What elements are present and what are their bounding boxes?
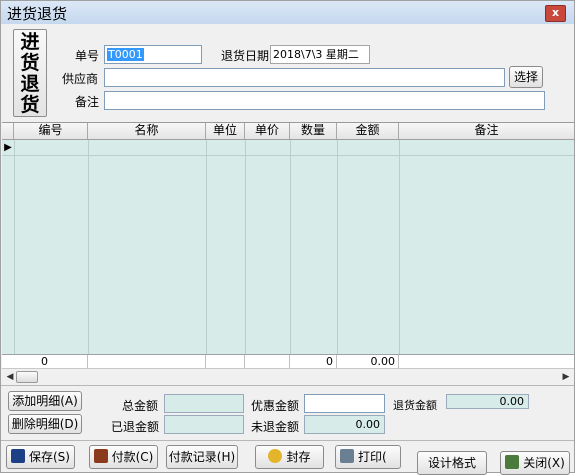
select-supplier-button[interactable]: 选择 (509, 66, 543, 88)
wallet-icon (93, 449, 108, 463)
purchase-return-big-button[interactable]: 进 货 退 货 (13, 29, 47, 117)
col-header-id[interactable]: 编号 (14, 123, 88, 139)
order-no-value: T0001 (107, 48, 144, 61)
return-date-picker[interactable]: 2018\7\3 星期二 (270, 45, 370, 64)
remark-input[interactable] (104, 91, 545, 110)
discount-amount-label: 优惠金额 (251, 399, 300, 413)
scroll-right-arrow-icon[interactable]: ▶ (558, 369, 574, 385)
total-amount-label: 总金额 (122, 399, 159, 413)
col-divider (88, 140, 89, 355)
return-amount-field: 0.00 (446, 394, 529, 409)
refunded-amount-field (164, 415, 244, 434)
divider (1, 440, 574, 441)
summary-quantity-total: 0 (290, 355, 337, 368)
order-no-input[interactable]: T0001 (104, 45, 202, 64)
big-button-char-1: 进 (20, 31, 40, 53)
big-button-char-4: 货 (20, 94, 40, 116)
grid-header: 编号 名称 单位 单价 数量 金额 备注 (2, 123, 574, 140)
close-button[interactable]: 关闭(X) (500, 451, 570, 475)
seal-button[interactable]: 封存 (255, 445, 324, 469)
horizontal-scrollbar[interactable]: ◀ ▶ (2, 368, 574, 385)
col-header-quantity[interactable]: 数量 (290, 123, 337, 139)
supplier-label: 供应商 (62, 72, 99, 86)
save-button[interactable]: 保存(S) (6, 445, 75, 469)
divider (1, 385, 574, 386)
return-date-label: 退货日期 (221, 49, 270, 63)
col-divider (206, 140, 207, 355)
total-amount-field (164, 394, 244, 413)
discount-amount-input[interactable] (304, 394, 385, 413)
purchase-return-window: 进货退货 x 进 货 退 货 单号 T0001 退货日期 2018\7\3 星期… (0, 0, 575, 475)
return-amount-label: 退货金额 (393, 399, 437, 412)
remark-label: 备注 (75, 95, 100, 109)
supplier-input[interactable] (104, 68, 505, 87)
big-button-char-2: 货 (20, 52, 40, 74)
save-button-label: 保存(S) (29, 450, 70, 464)
payment-record-button[interactable]: 付款记录(H) (166, 445, 238, 469)
col-divider (14, 140, 15, 355)
design-format-button[interactable]: 设计格式 (417, 451, 487, 475)
floppy-disk-icon (11, 449, 25, 463)
col-divider (245, 140, 246, 355)
row-indicator-icon: ▶ (4, 142, 12, 153)
col-divider (337, 140, 338, 355)
col-header-unit[interactable]: 单位 (206, 123, 245, 139)
print-button[interactable]: 打印( (335, 445, 401, 469)
col-divider (399, 140, 400, 355)
summary-name (88, 355, 206, 368)
payment-button[interactable]: 付款(C) (89, 445, 158, 469)
detail-grid[interactable]: 编号 名称 单位 单价 数量 金额 备注 ▶ 0 0 0.00 (2, 122, 574, 368)
summary-price (245, 355, 290, 368)
header-corner (2, 123, 14, 139)
title-bar: 进货退货 x (1, 1, 574, 24)
payment-button-label: 付款(C) (111, 450, 154, 464)
close-button-label: 关闭(X) (523, 456, 565, 470)
order-no-label: 单号 (75, 49, 100, 63)
print-button-label: 打印( (358, 450, 387, 464)
lock-icon (268, 449, 283, 463)
exit-icon (505, 455, 520, 469)
window-title: 进货退货 (7, 5, 68, 23)
unrefunded-amount-label: 未退金额 (251, 420, 300, 434)
summary-row: 0 0 0.00 (2, 354, 574, 368)
col-header-price[interactable]: 单价 (245, 123, 290, 139)
seal-button-label: 封存 (286, 450, 311, 464)
summary-unit (206, 355, 245, 368)
col-divider (290, 140, 291, 355)
refunded-amount-label: 已退金额 (111, 420, 160, 434)
big-button-char-3: 退 (20, 73, 40, 95)
close-window-button[interactable]: x (545, 5, 566, 22)
summary-amount-total: 0.00 (337, 355, 399, 368)
unrefunded-amount-field: 0.00 (304, 415, 385, 434)
scroll-thumb[interactable] (16, 371, 38, 383)
col-header-remark[interactable]: 备注 (399, 123, 574, 139)
summary-id-count: 0 (2, 355, 88, 368)
add-detail-button[interactable]: 添加明细(A) (8, 391, 82, 411)
delete-detail-button[interactable]: 删除明细(D) (8, 414, 82, 434)
col-header-name[interactable]: 名称 (88, 123, 206, 139)
col-header-amount[interactable]: 金额 (337, 123, 399, 139)
printer-icon (340, 449, 354, 463)
